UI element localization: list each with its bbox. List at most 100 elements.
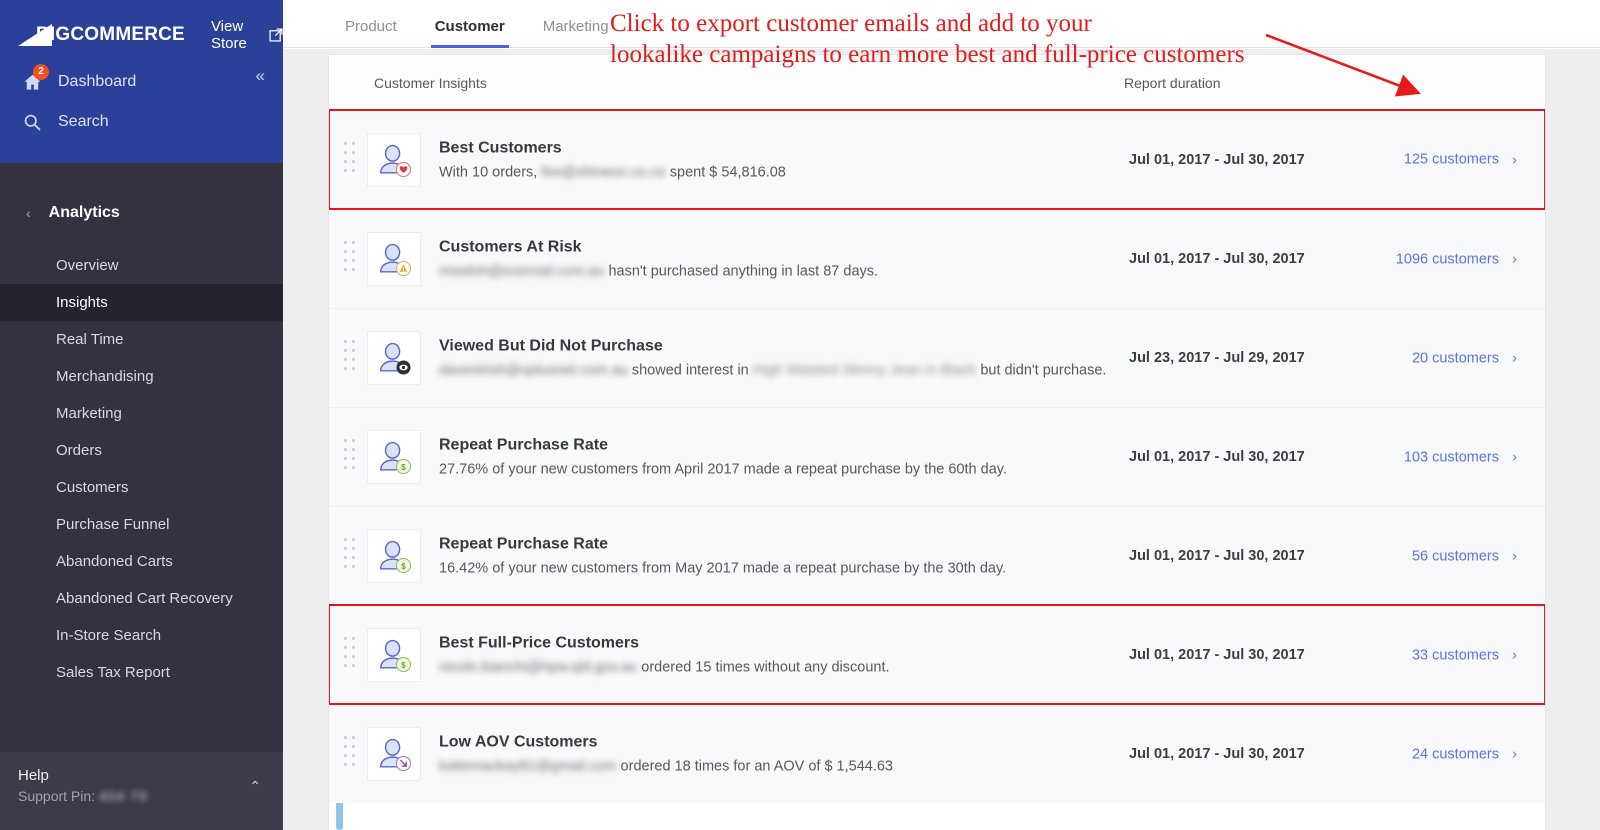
row-report-duration: Jul 01, 2017 - Jul 30, 2017	[1129, 449, 1305, 465]
sidebar-collapse-button[interactable]: «	[256, 67, 265, 84]
sidebar: BIGCOMMERCE View Store 2 Dashboard Searc…	[0, 0, 283, 830]
help-panel[interactable]: Help Support Pin: 404 79 ⌃	[0, 752, 283, 830]
table-row[interactable]: $ Repeat Purchase Rate 27.76% of your new …	[329, 407, 1545, 506]
row-customer-email: nicole.bianchi@hpw.qld.gov.au	[439, 659, 638, 676]
row-desc-post: spent $ 54,816.08	[669, 164, 786, 180]
row-customers-count: 20 customers	[1411, 350, 1499, 366]
drag-handle-icon[interactable]	[344, 439, 356, 475]
chevron-right-icon: ›	[1512, 745, 1517, 763]
sidebar-item-label: Overview	[56, 257, 119, 274]
sidebar-item-marketing[interactable]: Marketing	[0, 395, 283, 432]
sidebar-item-customers[interactable]: Customers	[0, 469, 283, 506]
row-customers-link[interactable]: 20 customers ›	[1412, 350, 1517, 367]
row-customers-link[interactable]: 103 customers ›	[1404, 449, 1517, 466]
sidebar-item-insights[interactable]: Insights	[0, 284, 283, 321]
table-row[interactable]: Best Customers With 10 orders, fee@shineo…	[329, 109, 1545, 210]
search-icon	[22, 111, 48, 133]
annotation-line-1: Click to export customer emails and add …	[610, 10, 1092, 37]
chevron-up-icon[interactable]: ⌃	[249, 778, 261, 795]
row-customers-count: 24 customers	[1411, 746, 1499, 762]
row-content: Low AOV Customers katiemackay81@gmail.com…	[439, 734, 893, 775]
bigcommerce-logo[interactable]: BIGCOMMERCE	[18, 24, 185, 46]
row-desc-tail: but didn't purchase.	[980, 362, 1107, 379]
row-desc-pre: With 10 orders,	[439, 164, 538, 180]
tab-product[interactable]: Product	[341, 18, 401, 47]
drag-handle-icon[interactable]	[344, 736, 356, 772]
svg-text:$: $	[401, 661, 406, 670]
page-body: Customer Insights Report duration Best C…	[283, 49, 1600, 830]
row-description: With 10 orders, fee@shineon.co.nz spent …	[439, 164, 786, 180]
sidebar-section-label: Analytics	[48, 204, 120, 221]
row-customers-link[interactable]: 33 customers ›	[1412, 647, 1517, 664]
sidebar-item-purchase-funnel[interactable]: Purchase Funnel	[0, 506, 283, 543]
tab-marketing[interactable]: Marketing	[539, 18, 613, 47]
sidebar-item-label: Insights	[56, 294, 108, 311]
sidebar-item-abandoned-cart-recovery[interactable]: Abandoned Cart Recovery	[0, 580, 283, 617]
view-store-link[interactable]: View Store	[211, 18, 283, 52]
row-customers-link[interactable]: 24 customers ›	[1412, 746, 1517, 763]
table-row[interactable]: $ Best Full-Price Customers nicole.bianchi…	[329, 604, 1545, 705]
row-customers-link[interactable]: 125 customers ›	[1404, 151, 1517, 168]
home-icon: 2	[22, 64, 49, 93]
row-customer-email: mwalsh@exemail.com.au	[439, 263, 605, 280]
svg-text:$: $	[401, 562, 406, 571]
app-root: BIGCOMMERCE View Store 2 Dashboard Searc…	[0, 0, 1600, 830]
sidebar-item-dashboard[interactable]: 2 Dashboard	[0, 62, 283, 102]
drag-handle-icon[interactable]	[344, 241, 356, 277]
row-report-duration: Jul 01, 2017 - Jul 30, 2017	[1129, 251, 1305, 267]
drag-handle-icon[interactable]	[344, 340, 356, 376]
sidebar-item-label: Customers	[56, 479, 129, 496]
drag-handle-icon[interactable]	[344, 141, 356, 178]
row-report-duration: Jul 01, 2017 - Jul 30, 2017	[1129, 151, 1305, 168]
sidebar-item-orders[interactable]: Orders	[0, 432, 283, 469]
avatar: $	[367, 529, 421, 583]
sidebar-item-in-store-search[interactable]: In-Store Search	[0, 617, 283, 654]
row-customers-count: 1096 customers	[1395, 251, 1499, 267]
tab-label: Marketing	[542, 18, 609, 35]
table-row[interactable]: Low AOV Customers katiemackay81@gmail.com…	[329, 704, 1545, 803]
row-description: 16.42% of your new customers from May 20…	[439, 561, 1006, 577]
chevron-right-icon: ›	[1512, 349, 1517, 367]
row-content: Viewed But Did Not Purchase daventrish@op…	[439, 338, 1106, 379]
tab-customer[interactable]: Customer	[430, 18, 509, 48]
sidebar-item-abandoned-carts[interactable]: Abandoned Carts	[0, 543, 283, 580]
chevron-right-icon: ›	[1512, 250, 1517, 268]
row-customers-link[interactable]: 1096 customers ›	[1396, 251, 1517, 268]
row-customers-count: 125 customers	[1403, 151, 1499, 168]
chevron-right-icon: ›	[1512, 151, 1517, 168]
sidebar-item-search[interactable]: Search	[0, 102, 283, 142]
sidebar-item-label: Abandoned Carts	[56, 553, 173, 570]
avatar: $	[367, 430, 421, 484]
row-customers-link[interactable]: 56 customers ›	[1412, 548, 1517, 565]
drag-handle-icon[interactable]	[344, 637, 356, 673]
support-pin-label: Support Pin:	[18, 788, 96, 804]
annotation-text: Click to export customer emails and add …	[610, 8, 1245, 70]
table-row[interactable]: $ Repeat Purchase Rate 16.42% of your new …	[329, 506, 1545, 605]
table-row[interactable]: Viewed But Did Not Purchase daventrish@op…	[329, 308, 1545, 407]
row-title: Low AOV Customers	[439, 733, 598, 751]
customer-insights-card: Customer Insights Report duration Best C…	[328, 54, 1546, 830]
row-title: Best Customers	[439, 139, 562, 156]
sidebar-item-label: Sales Tax Report	[56, 664, 170, 681]
row-title: Best Full-Price Customers	[439, 634, 640, 652]
sidebar-item-overview[interactable]: Overview	[0, 247, 283, 284]
row-description: 27.76% of your new customers from April …	[439, 462, 1007, 478]
table-row[interactable]: Customers At Risk mwalsh@exemail.com.au h…	[329, 209, 1545, 308]
row-customers-count: 103 customers	[1403, 449, 1499, 465]
avatar: $	[367, 628, 421, 682]
row-customers-count: 33 customers	[1411, 647, 1499, 663]
chevron-left-icon: ‹	[26, 205, 31, 221]
sidebar-sub-nav: Overview Insights Real Time Merchandisin…	[0, 247, 283, 691]
sidebar-item-merchandising[interactable]: Merchandising	[0, 358, 283, 395]
sidebar-item-real-time[interactable]: Real Time	[0, 321, 283, 358]
sidebar-item-label: Marketing	[56, 405, 122, 422]
sidebar-section-analytics[interactable]: ‹ Analytics	[0, 189, 283, 237]
report-duration-header: Report duration	[1124, 74, 1221, 91]
support-pin: Support Pin: 404 79	[18, 786, 265, 806]
avatar	[367, 232, 421, 286]
sidebar-item-sales-tax-report[interactable]: Sales Tax Report	[0, 654, 283, 691]
row-desc-pre: 16.42% of your new customers from May 20…	[439, 560, 1007, 577]
drag-handle-icon[interactable]	[344, 538, 356, 574]
row-desc-post: showed interest in	[631, 362, 749, 379]
customer-avatar-icon: $	[379, 639, 412, 673]
